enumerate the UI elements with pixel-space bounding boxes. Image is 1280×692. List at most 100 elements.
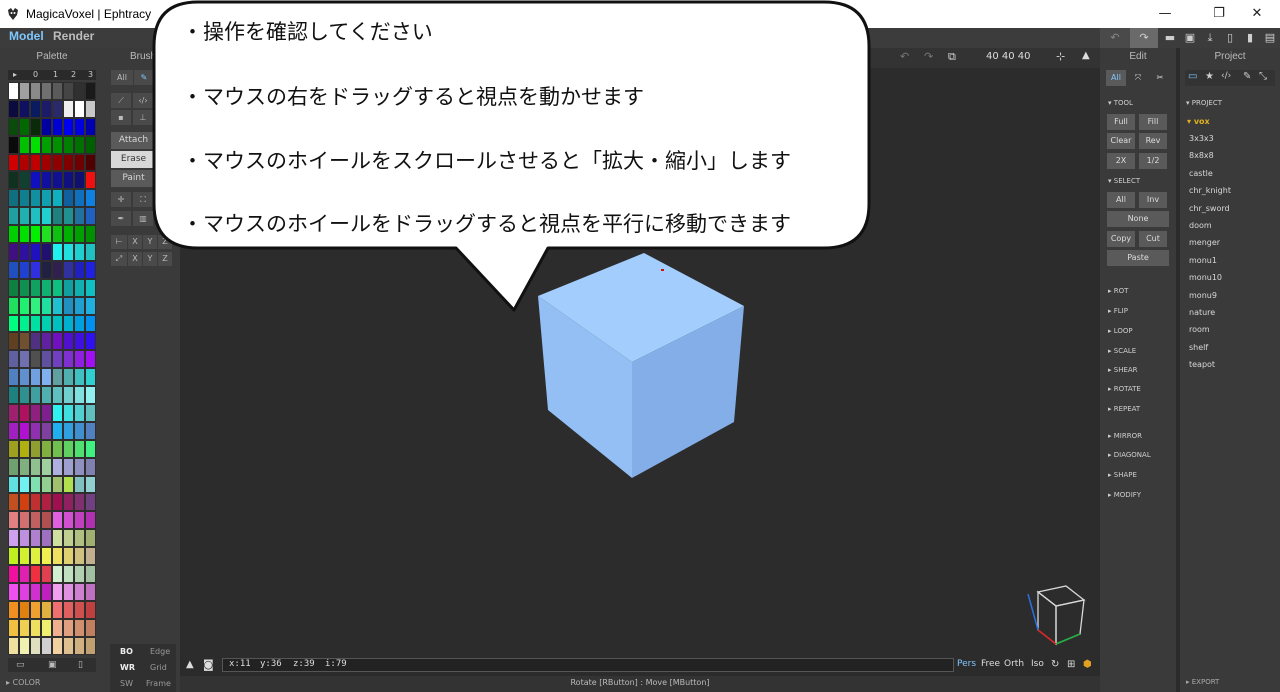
palette-swatch[interactable] — [63, 171, 74, 190]
palette-swatch[interactable] — [63, 135, 74, 154]
palette-swatch[interactable] — [52, 511, 63, 530]
crop-icon[interactable]: ⧉ — [948, 50, 956, 64]
palette-swatch[interactable] — [19, 493, 30, 512]
half-button[interactable]: 1/2 — [1139, 153, 1167, 169]
grid-view-icon[interactable]: ⊞ — [1067, 659, 1075, 670]
palette-swatch[interactable] — [19, 618, 30, 637]
palette-swatch[interactable] — [52, 314, 63, 333]
palette-swatch[interactable] — [19, 99, 30, 118]
expand-icon[interactable]: ⤧ — [1128, 70, 1148, 86]
copy-file-icon[interactable]: ▮ — [1240, 28, 1260, 48]
palette-swatch[interactable] — [85, 511, 96, 530]
palette-swatch[interactable] — [8, 99, 19, 118]
palette-swatch[interactable] — [19, 207, 30, 226]
rev-button[interactable]: Rev — [1139, 133, 1167, 149]
palette-swatch[interactable] — [63, 404, 74, 422]
palette-swatch[interactable] — [85, 278, 96, 297]
palette-swatch[interactable] — [8, 404, 19, 422]
palette-swatch[interactable] — [30, 439, 41, 458]
delete-icon[interactable]: ▤ — [1260, 28, 1280, 48]
dimension-readout[interactable]: 40 40 40 — [986, 51, 1031, 62]
export-section-label[interactable]: ▸ EXPORT — [1186, 678, 1219, 686]
palette-swatch[interactable] — [41, 82, 52, 100]
palette-swatch[interactable] — [52, 278, 63, 297]
project-file-item[interactable]: chr_knight — [1189, 186, 1231, 195]
palette-swatch[interactable] — [41, 547, 52, 566]
project-file-item[interactable]: shelf — [1189, 343, 1208, 352]
clear-button[interactable]: Clear — [1107, 133, 1135, 149]
star-icon[interactable]: ★ — [1205, 71, 1214, 82]
open-folder-icon[interactable]: ▬ — [1160, 28, 1180, 48]
palette-swatch[interactable] — [8, 189, 19, 208]
palette-page-1[interactable]: 1 — [53, 70, 58, 79]
palette-swatch[interactable] — [85, 225, 96, 244]
palette-swatch[interactable] — [63, 314, 74, 333]
palette-swatch[interactable] — [30, 332, 41, 351]
palette-swatch[interactable] — [52, 189, 63, 208]
palette-swatch[interactable] — [41, 171, 52, 190]
palette-swatch[interactable] — [19, 439, 30, 458]
palette-swatch[interactable] — [52, 565, 63, 583]
palette-swatch[interactable] — [30, 296, 41, 315]
palette-swatch[interactable] — [41, 618, 52, 637]
palette-swatch[interactable] — [85, 600, 96, 619]
tab-model[interactable]: Model — [9, 29, 44, 43]
palette-swatch[interactable] — [85, 350, 96, 369]
palette-swatch[interactable] — [30, 153, 41, 172]
project-section-label[interactable]: ▾ PROJECT — [1186, 99, 1222, 107]
palette-swatch[interactable] — [63, 565, 74, 583]
palette-swatch[interactable] — [41, 439, 52, 458]
palette-swatch[interactable] — [41, 582, 52, 601]
palette-swatch[interactable] — [19, 332, 30, 351]
palette-swatch[interactable] — [41, 350, 52, 369]
palette-swatch[interactable] — [63, 278, 74, 297]
palette-swatch[interactable] — [74, 207, 85, 226]
palette-swatch[interactable] — [85, 618, 96, 637]
palette-swatch[interactable] — [52, 350, 63, 369]
palette-swatch[interactable] — [52, 135, 63, 154]
palette-swatch[interactable] — [41, 260, 52, 279]
palette-swatch[interactable] — [30, 386, 41, 405]
palette-swatch[interactable] — [8, 82, 19, 100]
palette-swatch[interactable] — [41, 386, 52, 405]
picker-icon[interactable]: ✒ — [111, 211, 131, 226]
palette-swatch[interactable] — [8, 529, 19, 548]
undo-icon[interactable]: ↶ — [1100, 28, 1130, 48]
palette-swatch[interactable] — [63, 600, 74, 619]
palette-swatch[interactable] — [8, 278, 19, 297]
palette-swatch[interactable] — [63, 582, 74, 601]
palette-swatch[interactable] — [8, 421, 19, 440]
palette-swatch[interactable] — [19, 82, 30, 100]
voxel-tool-icon[interactable]: ▪ — [111, 110, 131, 125]
palette-swatch[interactable] — [74, 314, 85, 333]
palette-swatch[interactable] — [85, 314, 96, 333]
palette-swatch[interactable] — [8, 511, 19, 530]
project-file-item[interactable]: teapot — [1189, 360, 1215, 369]
palette-swatch[interactable] — [85, 171, 96, 190]
palette-swatch[interactable] — [74, 493, 85, 512]
palette-swatch[interactable] — [19, 368, 30, 387]
palette-swatch[interactable] — [8, 457, 19, 476]
palette-swatch[interactable] — [30, 457, 41, 476]
flip-section[interactable]: ▸ FLIP — [1108, 307, 1128, 315]
palette-swatch[interactable] — [19, 565, 30, 583]
palette-swatch[interactable] — [85, 386, 96, 405]
palette-swatch[interactable] — [63, 493, 74, 512]
palette-swatch[interactable] — [8, 636, 19, 655]
palette-swatch[interactable] — [41, 99, 52, 118]
palette-swatch[interactable] — [85, 260, 96, 279]
palette-swatch[interactable] — [63, 296, 74, 315]
palette-swatch[interactable] — [41, 225, 52, 244]
palette-swatch[interactable] — [41, 117, 52, 136]
file-icon[interactable]: ▯ — [78, 660, 83, 670]
palette-swatch[interactable] — [30, 475, 41, 494]
save-icon[interactable]: ▣ — [1180, 28, 1200, 48]
project-file-item[interactable]: castle — [1189, 169, 1213, 178]
palette-swatch[interactable] — [30, 243, 41, 261]
palette-swatch[interactable] — [41, 475, 52, 494]
palette-swatch[interactable] — [19, 421, 30, 440]
palette-swatch[interactable] — [52, 582, 63, 601]
palette-swatch[interactable] — [30, 189, 41, 208]
palette-swatch[interactable] — [41, 404, 52, 422]
palette-swatch[interactable] — [30, 404, 41, 422]
